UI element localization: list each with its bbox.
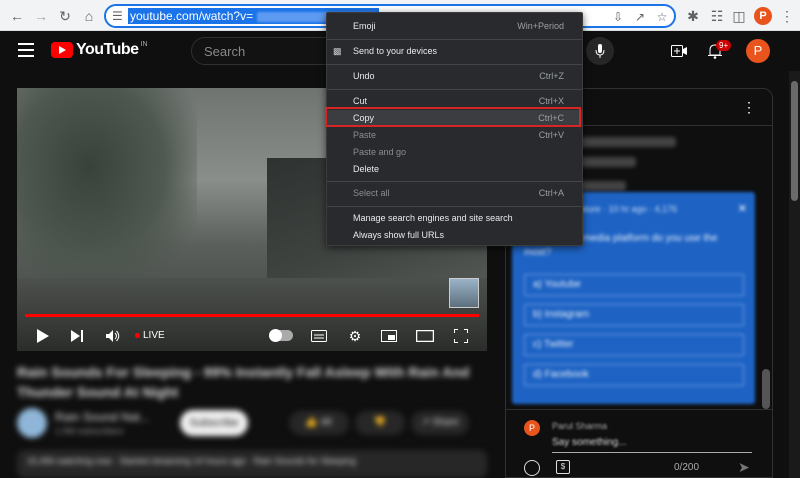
share-button[interactable]: ↗ Share bbox=[411, 411, 469, 435]
live-dot-icon bbox=[135, 333, 140, 338]
menu-item-send-to-devices[interactable]: ▩ Send to your devices bbox=[327, 43, 582, 60]
back-icon[interactable]: ← bbox=[6, 5, 28, 27]
poll-option[interactable]: c) Twitter bbox=[524, 334, 744, 356]
copy-highlight-box bbox=[325, 107, 581, 127]
menu-item-delete[interactable]: Delete bbox=[327, 161, 582, 178]
page-scrollbar[interactable] bbox=[789, 71, 800, 478]
poll-option[interactable]: a) Youtube bbox=[524, 274, 744, 296]
context-menu: Emoji Win+Period ▩ Send to your devices U… bbox=[326, 12, 583, 246]
chat-message-input[interactable]: Say something... bbox=[552, 437, 626, 448]
player-controls: LIVE ⚙ bbox=[17, 322, 487, 350]
channel-row: Rain Sound Nat... 1.5M subscribers Subsc… bbox=[17, 406, 487, 442]
subtitles-icon[interactable] bbox=[309, 326, 329, 346]
menu-item-emoji[interactable]: Emoji Win+Period bbox=[327, 18, 582, 35]
youtube-avatar[interactable]: P bbox=[746, 39, 770, 63]
video-title: Rain Sounds For Sleeping - 99% Instantly… bbox=[17, 364, 470, 400]
super-chat-icon[interactable]: $ bbox=[556, 460, 570, 474]
home-icon[interactable]: ⌂ bbox=[78, 5, 100, 27]
video-frame-trees bbox=[17, 88, 197, 288]
menu-item-undo[interactable]: Undo Ctrl+Z bbox=[327, 68, 582, 85]
char-count: 0/200 bbox=[674, 462, 700, 473]
menu-item-manage-search-engines[interactable]: Manage search engines and site search bbox=[327, 210, 582, 227]
poll-close-icon[interactable]: ✕ bbox=[738, 202, 747, 215]
profile-avatar[interactable]: P bbox=[754, 7, 772, 25]
install-icon[interactable]: ⇩ bbox=[610, 9, 626, 25]
description-box[interactable]: 15,456 watching now · Started streaming … bbox=[17, 450, 487, 478]
menu-icon[interactable] bbox=[18, 43, 34, 57]
youtube-logo[interactable]: YouTube IN bbox=[51, 41, 148, 59]
logo-wordmark: YouTube bbox=[76, 41, 139, 58]
chat-user-name: Parul Sharma bbox=[552, 421, 608, 431]
theater-mode-icon[interactable] bbox=[415, 326, 435, 346]
miniplayer-icon[interactable] bbox=[379, 326, 399, 346]
bookmark-star-icon[interactable]: ☆ bbox=[654, 9, 670, 25]
emoji-icon[interactable] bbox=[524, 460, 540, 476]
extensions-icon[interactable]: ✱ bbox=[682, 5, 704, 27]
side-panel-icon[interactable]: ◫ bbox=[728, 5, 750, 27]
autoplay-toggle[interactable] bbox=[269, 329, 293, 342]
channel-watermark[interactable] bbox=[449, 278, 479, 308]
menu-item-paste[interactable]: Paste Ctrl+V bbox=[327, 127, 582, 144]
chrome-menu-icon[interactable]: ⋮ bbox=[776, 5, 798, 27]
poll-option[interactable]: b) Instagram bbox=[524, 304, 744, 326]
search-placeholder: Search bbox=[204, 44, 246, 59]
send-icon[interactable]: ➤ bbox=[738, 459, 750, 476]
play-icon[interactable] bbox=[33, 326, 53, 346]
settings-gear-icon[interactable]: ⚙ bbox=[345, 326, 365, 346]
menu-item-show-full-urls[interactable]: Always show full URLs bbox=[327, 227, 582, 244]
subscriber-count: 1.5M subscribers bbox=[55, 426, 124, 436]
chat-user-avatar: P bbox=[524, 420, 540, 436]
like-button[interactable]: 👍 4K bbox=[289, 411, 349, 435]
reload-icon[interactable]: ↻ bbox=[54, 5, 76, 27]
channel-name[interactable]: Rain Sound Nat... bbox=[55, 410, 150, 424]
volume-icon[interactable] bbox=[103, 326, 123, 346]
share-icon[interactable]: ↗ bbox=[632, 9, 648, 25]
chat-scrollbar[interactable] bbox=[762, 369, 770, 409]
forward-icon[interactable]: → bbox=[30, 5, 52, 27]
progress-bar[interactable] bbox=[25, 314, 479, 317]
next-icon[interactable] bbox=[67, 326, 87, 346]
menu-item-select-all[interactable]: Select all Ctrl+A bbox=[327, 185, 582, 202]
channel-avatar[interactable] bbox=[17, 408, 47, 438]
notification-badge: 9+ bbox=[716, 40, 732, 51]
poll-option[interactable]: d) Facebook bbox=[524, 364, 744, 386]
menu-item-paste-and-go[interactable]: Paste and go bbox=[327, 144, 582, 161]
live-indicator[interactable]: LIVE bbox=[135, 330, 165, 341]
chat-more-icon[interactable]: ⋮ bbox=[742, 99, 756, 116]
create-video-icon[interactable] bbox=[668, 40, 690, 62]
description-text: 15,456 watching now · Started streaming … bbox=[27, 456, 356, 466]
devices-icon: ▩ bbox=[333, 46, 342, 56]
reading-list-icon[interactable]: ☷ bbox=[706, 5, 728, 27]
microphone-icon[interactable] bbox=[586, 37, 614, 65]
site-info-icon[interactable]: ☰ bbox=[112, 9, 126, 23]
country-code: IN bbox=[140, 41, 148, 48]
dislike-button[interactable]: 👎 bbox=[355, 411, 405, 435]
chat-input-area: P Parul Sharma Say something... $ 0/200 … bbox=[506, 409, 772, 477]
youtube-play-icon bbox=[51, 42, 73, 58]
fullscreen-icon[interactable] bbox=[451, 326, 471, 346]
subscribe-button[interactable]: Subscribe bbox=[180, 410, 248, 436]
